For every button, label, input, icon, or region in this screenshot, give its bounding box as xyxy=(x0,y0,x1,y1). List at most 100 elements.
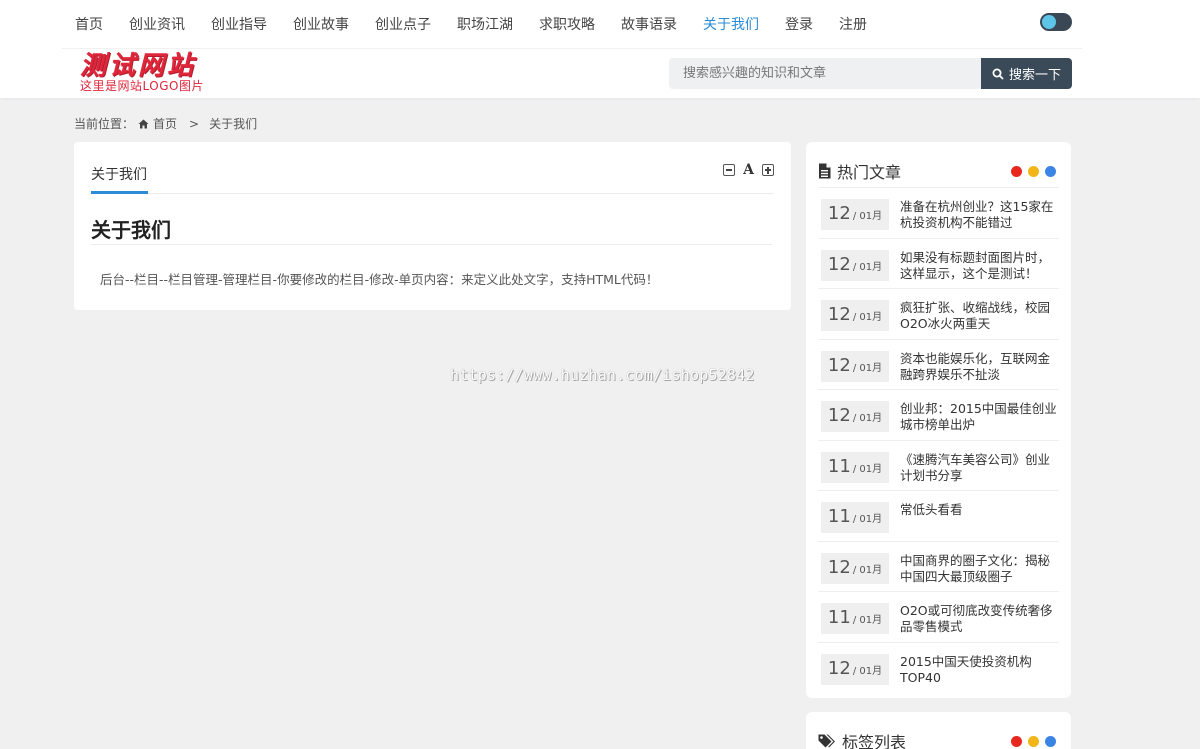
date-day: 11 xyxy=(827,607,851,628)
font-decrease-icon[interactable] xyxy=(723,164,736,176)
date-day: 12 xyxy=(827,657,851,679)
date-day: 12 xyxy=(827,405,851,426)
nav-item[interactable]: 创业故事 xyxy=(280,14,362,34)
date-badge: 12/ 01月 xyxy=(821,350,889,382)
date-day: 12 xyxy=(827,556,851,578)
date-month: / 01月 xyxy=(852,665,883,677)
home-icon xyxy=(138,119,149,128)
document-icon xyxy=(819,163,831,179)
list-item[interactable]: 11/ 01月 O2O或可彻底改变传统奢侈品零售模式 xyxy=(818,592,1059,643)
list-item[interactable]: 12/ 01月 创业邦：2015中国最佳创业城市榜单出炉 xyxy=(818,390,1059,441)
date-month: / 01月 xyxy=(852,413,883,424)
list-item[interactable]: 11/ 01月 《速腾汽车美容公司》创业计划书分享 xyxy=(818,441,1059,491)
nav-item[interactable]: 创业指导 xyxy=(198,14,280,34)
nav-item[interactable]: 故事语录 xyxy=(608,14,690,34)
blue-dot-icon xyxy=(1045,166,1056,177)
nav-item[interactable]: 创业点子 xyxy=(362,14,444,34)
breadcrumb-home[interactable]: 首页 xyxy=(153,115,177,132)
search-button[interactable]: 搜索一下 xyxy=(981,58,1072,89)
date-badge: 12/ 01月 xyxy=(821,199,889,230)
active-tab-indicator xyxy=(91,191,148,194)
article-link[interactable]: 2015中国天使投资机构TOP40 xyxy=(900,654,1057,686)
date-month: / 01月 xyxy=(852,261,883,273)
tab-about[interactable]: 关于我们 xyxy=(91,164,147,184)
date-badge: 12/ 01月 xyxy=(821,401,889,432)
blue-dot-icon xyxy=(1045,736,1056,747)
list-item[interactable]: 12/ 01月 疯狂扩张、收缩战线，校园O2O冰火两重天 xyxy=(818,289,1059,340)
font-increase-icon[interactable] xyxy=(762,164,774,176)
nav-item[interactable]: 求职攻略 xyxy=(526,14,608,34)
date-month: / 01月 xyxy=(852,211,883,222)
list-item[interactable]: 12/ 01月 如果没有标题封面图片时，这样显示，这个是测试！ xyxy=(818,239,1059,289)
nav-item[interactable]: 职场江湖 xyxy=(444,14,526,34)
search-input[interactable] xyxy=(669,58,981,89)
red-dot-icon xyxy=(1011,736,1022,747)
date-month: / 01月 xyxy=(852,564,883,576)
article-link[interactable]: 疯狂扩张、收缩战线，校园O2O冰火两重天 xyxy=(900,300,1057,332)
date-badge: 11/ 01月 xyxy=(821,451,889,483)
tags-title: 标签列表 xyxy=(842,733,907,749)
tags-header: 标签列表 xyxy=(818,726,1059,749)
hot-articles-widget: 热门文章 12/ 01月 准备在杭州创业？这15家在杭投资机构不能错过 12/ 01… xyxy=(806,142,1071,698)
logo-subtitle: 这里是网站LOGO图片 xyxy=(80,79,204,93)
list-item[interactable]: 12/ 01月 资本也能娱乐化，互联网金融跨界娱乐不扯淡 xyxy=(818,340,1059,390)
nav-item[interactable]: 登录 xyxy=(772,14,826,34)
breadcrumb-prefix: 当前位置： xyxy=(74,117,135,131)
tags-window-dots xyxy=(1011,736,1056,747)
nav-divider xyxy=(62,48,1082,49)
search-icon xyxy=(992,68,1004,80)
article-link[interactable]: 创业邦：2015中国最佳创业城市榜单出炉 xyxy=(900,401,1057,433)
theme-toggle[interactable] xyxy=(1040,13,1072,31)
hot-articles-header: 热门文章 xyxy=(818,156,1059,186)
watermark-text: https://www.huzhan.com/ishop52842 xyxy=(450,366,755,384)
date-day: 12 xyxy=(827,253,851,275)
tags-widget: 标签列表 xyxy=(806,712,1071,749)
date-month: / 01月 xyxy=(852,463,883,475)
date-badge: 12/ 01月 xyxy=(821,552,889,584)
font-reset-icon[interactable]: A xyxy=(743,163,754,177)
breadcrumb: 当前位置： 首页 > 关于我们 xyxy=(74,115,257,132)
breadcrumb-separator: > xyxy=(189,116,200,131)
nav-item[interactable]: 创业资讯 xyxy=(116,14,198,34)
red-dot-icon xyxy=(1011,166,1022,177)
date-badge: 12/ 01月 xyxy=(821,653,889,685)
site-logo[interactable]: 测试网站 这里是网站LOGO图片 xyxy=(80,52,260,96)
search-bar: 搜索一下 xyxy=(669,58,1072,89)
article-link[interactable]: 《速腾汽车美容公司》创业计划书分享 xyxy=(900,452,1057,484)
article-link[interactable]: 中国商界的圈子文化：揭秘中国四大最顶级圈子 xyxy=(900,553,1057,585)
list-item[interactable]: 12/ 01月 准备在杭州创业？这15家在杭投资机构不能错过 xyxy=(818,188,1059,239)
date-day: 12 xyxy=(827,203,851,224)
nav-item[interactable]: 首页 xyxy=(62,14,116,34)
article-link[interactable]: 常低头看看 xyxy=(900,502,1057,518)
date-month: / 01月 xyxy=(852,362,883,374)
main-nav: 首页 创业资讯 创业指导 创业故事 创业点子 职场江湖 求职攻略 故事语录 关于我们 登录 注册 xyxy=(62,0,880,48)
date-day: 11 xyxy=(827,506,851,527)
nav-item[interactable]: 注册 xyxy=(826,14,880,34)
list-item[interactable]: 12/ 01月 中国商界的圈子文化：揭秘中国四大最顶级圈子 xyxy=(818,542,1059,592)
page-title: 关于我们 xyxy=(91,218,171,242)
date-badge: 11/ 01月 xyxy=(821,502,889,533)
article-link[interactable]: O2O或可彻底改变传统奢侈品零售模式 xyxy=(900,603,1057,635)
font-size-tools: A xyxy=(723,163,774,177)
list-item[interactable]: 11/ 01月 常低头看看 xyxy=(818,491,1059,542)
date-badge: 12/ 01月 xyxy=(821,300,889,331)
window-dots xyxy=(1011,166,1056,177)
date-month: / 01月 xyxy=(852,312,883,323)
date-day: 12 xyxy=(827,304,851,325)
title-divider xyxy=(91,244,772,245)
article-link[interactable]: 准备在杭州创业？这15家在杭投资机构不能错过 xyxy=(900,199,1057,231)
toggle-knob xyxy=(1042,15,1056,29)
tags-icon xyxy=(818,734,835,747)
article-body: 后台--栏目--栏目管理-管理栏目-你要修改的栏目-修改-单页内容：来定义此处文… xyxy=(100,272,659,287)
nav-item[interactable]: 关于我们 xyxy=(690,14,772,34)
article-card: 关于我们 A 关于我们 后台--栏目--栏目管理-管理栏目-你要修改的栏目-修改… xyxy=(74,142,791,310)
date-badge: 11/ 01月 xyxy=(821,603,889,634)
logo-title: 测试网站 xyxy=(80,51,197,81)
hot-articles-list: 12/ 01月 准备在杭州创业？这15家在杭投资机构不能错过 12/ 01月 如果没有… xyxy=(818,188,1059,693)
hot-articles-title: 热门文章 xyxy=(837,163,902,182)
article-link[interactable]: 资本也能娱乐化，互联网金融跨界娱乐不扯淡 xyxy=(900,351,1057,383)
article-link[interactable]: 如果没有标题封面图片时，这样显示，这个是测试！ xyxy=(900,250,1057,282)
yellow-dot-icon xyxy=(1028,736,1039,747)
site-header: 首页 创业资讯 创业指导 创业故事 创业点子 职场江湖 求职攻略 故事语录 关于我们 登录 注册 测… xyxy=(0,0,1200,98)
list-item[interactable]: 12/ 01月 2015中国天使投资机构TOP40 xyxy=(818,643,1059,694)
